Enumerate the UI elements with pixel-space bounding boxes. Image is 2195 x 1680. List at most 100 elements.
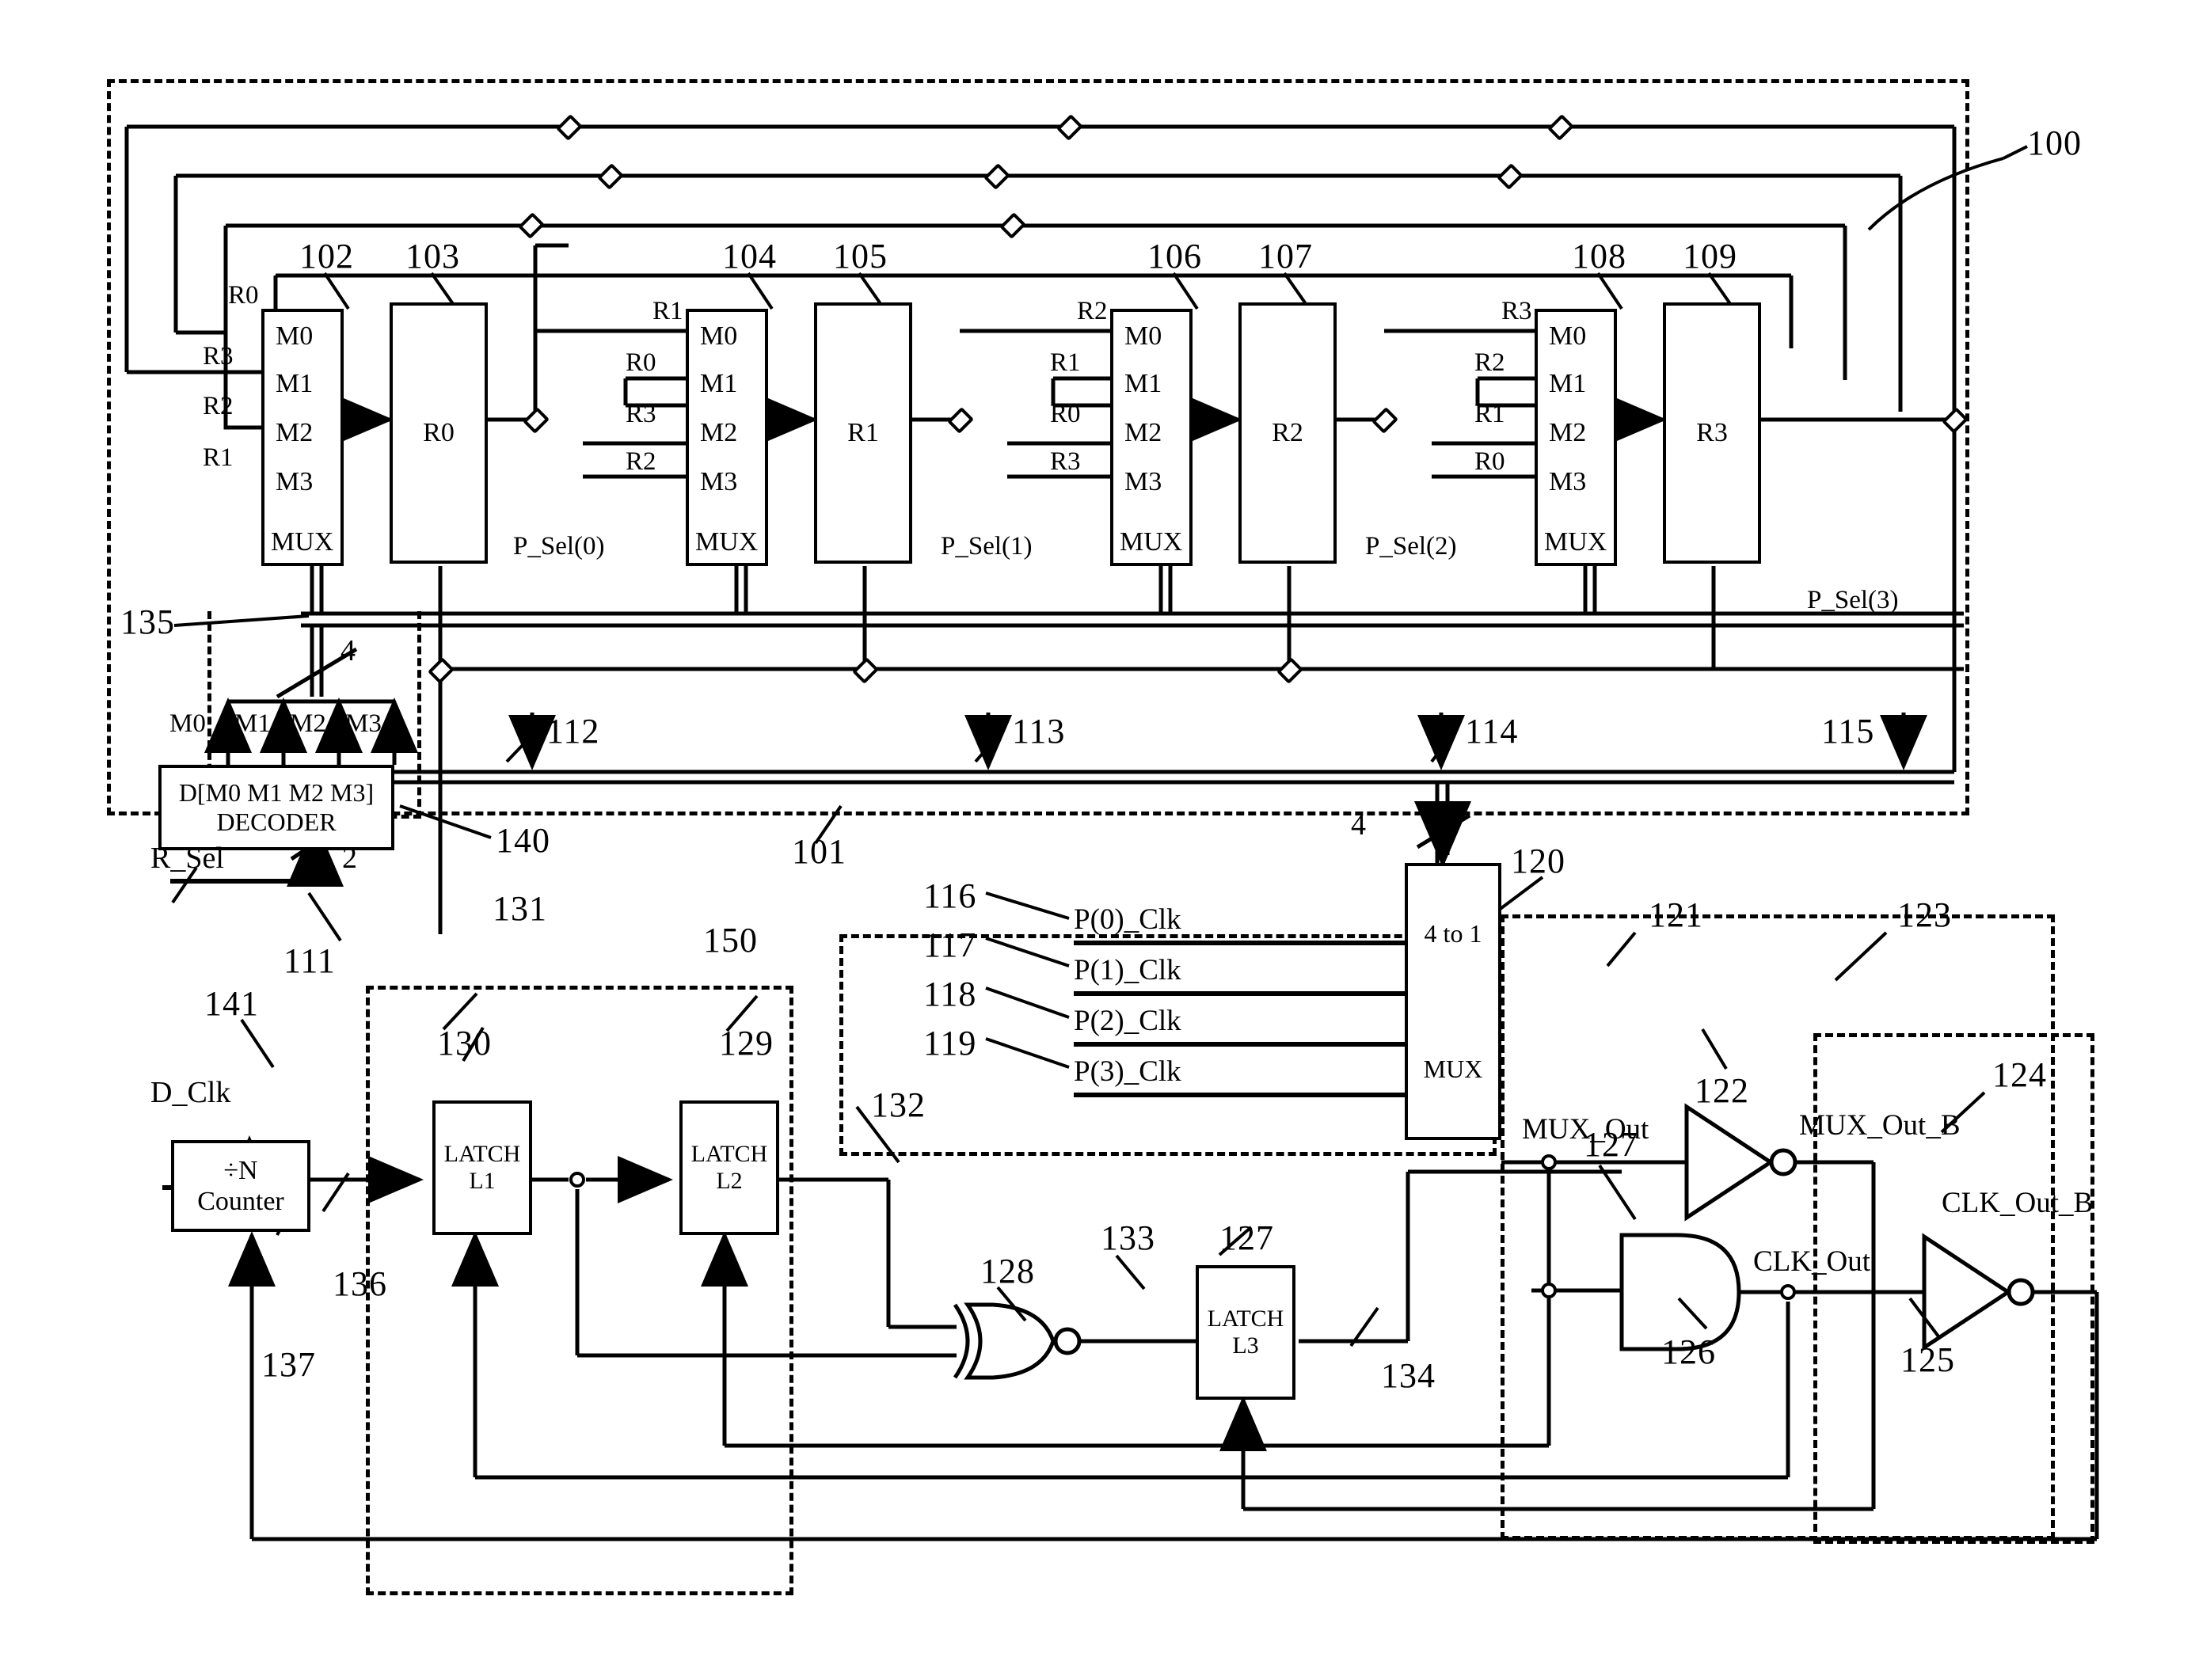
mux-out-b-label: MUX_Out_B [1799, 1109, 1961, 1142]
ref-100: 100 [2027, 124, 2082, 162]
mux-label: MUX [1544, 527, 1607, 557]
mux-port-m2: M2 [700, 418, 738, 447]
ref-112: 112 [546, 712, 600, 751]
decoder-tap-m3: M3 [345, 709, 382, 738]
ref-127-latch: 127 [1219, 1218, 1274, 1257]
junction-dot [1541, 1154, 1557, 1170]
divide-n-counter: ÷N Counter [171, 1140, 310, 1232]
mux-stage-2[interactable]: M0 M1 M2 M3 MUX [1110, 309, 1193, 566]
ref-122: 122 [1695, 1071, 1749, 1110]
mux2-input-label-0: R2 [1077, 297, 1108, 325]
mux-label: MUX [271, 527, 334, 557]
phase-clock-rail-2 [1074, 1042, 1405, 1047]
mux-port-m2: M2 [276, 418, 314, 447]
latch-line1: LATCH [1207, 1305, 1284, 1332]
ref-118: 118 [923, 975, 977, 1013]
register-r3: R3 [1663, 302, 1761, 564]
register-r1: R1 [814, 302, 912, 564]
decoder-tap-m1: M1 [234, 709, 271, 738]
mux-port-m2: M2 [1549, 418, 1587, 447]
mux1-input-label-3: R2 [626, 447, 656, 476]
latch-line1: LATCH [690, 1140, 768, 1167]
phase-clock-rail-1 [1074, 991, 1405, 996]
phase-clock-label-3: P(3)_Clk [1074, 1055, 1181, 1088]
psel-label-0: P_Sel(0) [513, 532, 605, 561]
mux-port-m2: M2 [1124, 418, 1162, 447]
latch-line1: LATCH [443, 1140, 521, 1167]
mux-stage-0[interactable]: M0 M1 M2 M3 MUX [261, 309, 344, 566]
mux3-input-label-0: R3 [1501, 297, 1532, 325]
mux0-input-label-2: R2 [203, 392, 234, 420]
ref-123: 123 [1897, 895, 1952, 934]
latch-line2: L2 [716, 1168, 743, 1194]
output-mux-4to1[interactable]: 4 to 1 MUX [1405, 863, 1501, 1140]
ref-128: 128 [980, 1252, 1035, 1290]
ref-135: 135 [120, 602, 175, 641]
mux-port-m0: M0 [1124, 321, 1162, 351]
counter-line2: Counter [197, 1187, 284, 1216]
ref-114: 114 [1465, 712, 1519, 751]
decoder-tap-m2: M2 [290, 709, 326, 738]
mux-stage-3[interactable]: M0 M1 M2 M3 MUX [1535, 309, 1617, 566]
ref-115: 115 [1821, 712, 1875, 751]
psel-label-2: P_Sel(2) [1365, 532, 1457, 561]
ref-103: 103 [405, 237, 460, 276]
output-mux-line1: 4 to 1 [1424, 919, 1482, 948]
mux-stage-1[interactable]: M0 M1 M2 M3 MUX [686, 309, 768, 566]
latch-line2: L1 [469, 1168, 496, 1194]
bus-width-4-decoder: 4 [340, 634, 356, 667]
ref-113: 113 [1012, 712, 1066, 751]
register-r2: R2 [1238, 302, 1337, 564]
mux-port-m3: M3 [700, 467, 738, 496]
mux2-input-label-2: R0 [1050, 400, 1081, 428]
mux-port-m3: M3 [1549, 467, 1587, 496]
mux0-input-label-0: R0 [228, 281, 259, 310]
mux-port-m3: M3 [1124, 467, 1162, 496]
ref-132: 132 [871, 1085, 926, 1124]
ref-121: 121 [1649, 895, 1703, 934]
phase-clock-label-0: P(0)_Clk [1074, 903, 1181, 936]
psel-label-3: P_Sel(3) [1807, 586, 1899, 614]
ref-107: 107 [1258, 237, 1313, 276]
decoder-tap-m0: M0 [169, 709, 206, 738]
ref-108: 108 [1572, 237, 1626, 276]
ref-116: 116 [923, 876, 977, 915]
register-r0: R0 [390, 302, 488, 564]
mux-port-m1: M1 [700, 369, 738, 398]
ref-120: 120 [1511, 842, 1565, 880]
junction-dot [569, 1172, 585, 1188]
decoder-line2: DECODER [216, 808, 337, 836]
mux1-input-label-2: R3 [626, 400, 656, 428]
ref-124: 124 [1992, 1055, 2047, 1094]
mux-port-m3: M3 [276, 467, 314, 496]
mux-port-m0: M0 [700, 321, 738, 351]
counter-line1: ÷N [223, 1155, 258, 1185]
mux0-input-label-3: R1 [203, 443, 234, 472]
phase-clock-label-2: P(2)_Clk [1074, 1005, 1181, 1037]
mux-port-m1: M1 [1549, 369, 1587, 398]
clk-out-label: CLK_Out [1753, 1245, 1870, 1278]
mux1-input-label-0: R1 [652, 297, 683, 325]
mux-port-m1: M1 [1124, 369, 1162, 398]
ref-111: 111 [283, 941, 336, 980]
register-label: R2 [1272, 418, 1303, 448]
ref-134: 134 [1381, 1356, 1436, 1395]
junction-dot [1541, 1283, 1557, 1298]
mux2-input-label-1: R1 [1050, 348, 1081, 377]
register-label: R1 [847, 418, 879, 448]
ref-131: 131 [493, 889, 547, 928]
ref-105: 105 [833, 237, 888, 276]
latch-l2: LATCH L2 [679, 1100, 779, 1235]
ref-150: 150 [703, 921, 758, 960]
d-clk-label: D_Clk [150, 1076, 231, 1109]
ref-125: 125 [1900, 1340, 1955, 1379]
mux-label: MUX [695, 527, 759, 557]
ref-109: 109 [1683, 237, 1737, 276]
mux3-input-label-2: R1 [1474, 400, 1505, 428]
mux-label: MUX [1120, 527, 1183, 557]
bus-width-4-mux-select: 4 [1351, 808, 1366, 842]
ref-133: 133 [1101, 1218, 1155, 1257]
patent-figure-canvas: M0 M1 M2 M3 MUX R0 R0 R3 R2 R1 P_Sel(0) … [0, 0, 2195, 1680]
clk-out-b-label: CLK_Out_B [1942, 1187, 2094, 1219]
mux3-input-label-1: R2 [1474, 348, 1505, 377]
